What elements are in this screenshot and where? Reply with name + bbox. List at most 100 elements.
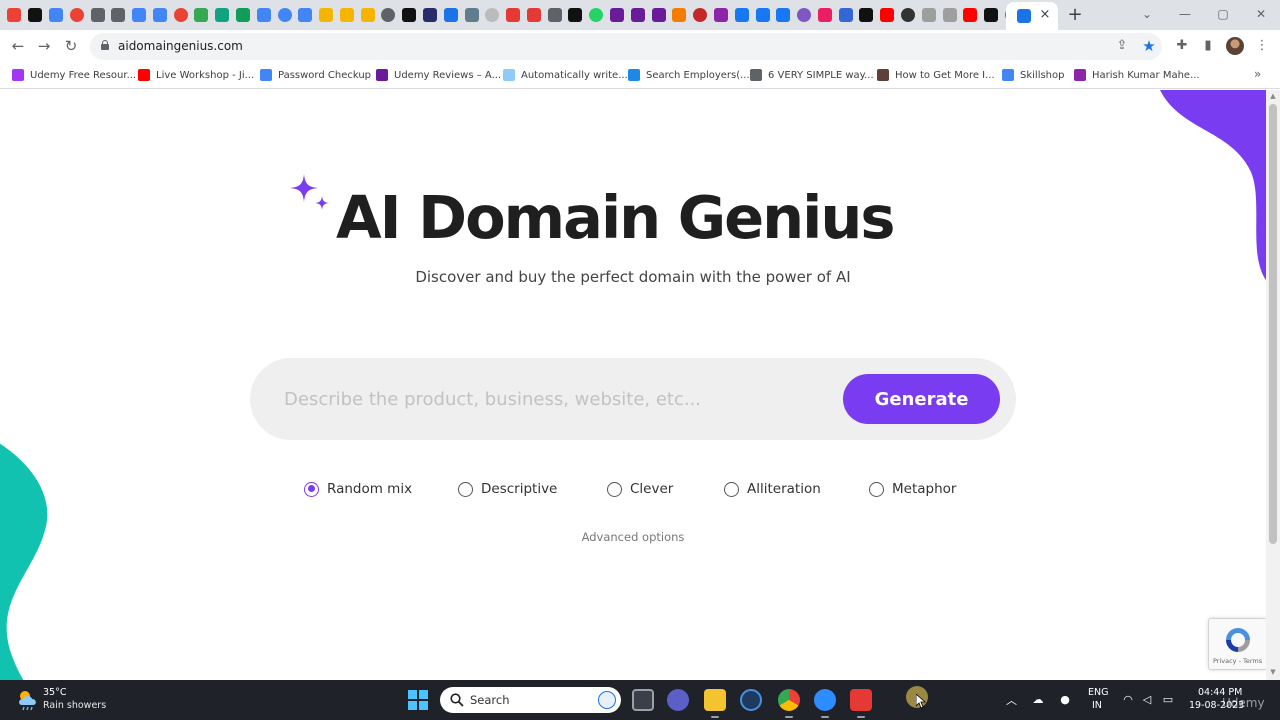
tab-favicon-icon[interactable] (797, 8, 812, 22)
tab-favicon-icon[interactable] (610, 8, 625, 22)
tab-favicon-icon[interactable] (132, 8, 147, 22)
tab-favicon-icon[interactable] (339, 8, 354, 22)
tab-favicon-icon[interactable] (90, 8, 105, 22)
tab-favicon-icon[interactable] (28, 8, 43, 22)
tab-favicon-icon[interactable] (880, 8, 895, 22)
tab-favicon-icon[interactable] (776, 8, 791, 22)
tab-favicon-icon[interactable] (381, 8, 396, 22)
minimize-icon[interactable]: — (1174, 4, 1196, 24)
tab-favicon-icon[interactable] (464, 8, 479, 22)
radio-unselected-icon[interactable] (607, 481, 622, 497)
tab-favicon-icon[interactable] (942, 8, 957, 22)
side-panel-icon[interactable]: ▮ (1198, 36, 1218, 56)
tab-favicon-icon[interactable] (838, 8, 853, 22)
zoom-icon[interactable] (814, 689, 836, 718)
active-tab[interactable]: × (1006, 2, 1058, 30)
share-icon[interactable]: ⇪ (1114, 38, 1130, 54)
battery-icon[interactable]: ▭ (1160, 692, 1176, 708)
language-indicator[interactable]: ENG (1088, 687, 1108, 698)
tab-favicon-icon[interactable] (69, 8, 84, 22)
address-bar[interactable]: aidomaingenius.com ⇪ ★ (90, 33, 1162, 60)
bookmark-item[interactable]: Harish Kumar Mahe... (1074, 67, 1200, 83)
tab-favicon-icon[interactable] (526, 8, 541, 22)
bookmark-item[interactable]: Search Employers(... (628, 67, 750, 83)
tab-favicon-icon[interactable] (215, 8, 230, 22)
tab-favicon-icon[interactable] (713, 8, 728, 22)
tab-favicon-icon[interactable] (235, 8, 250, 22)
scroll-down-icon[interactable]: ▼ (1269, 668, 1277, 676)
weather-description[interactable]: Rain showers (43, 700, 106, 711)
tab-favicon-icon[interactable] (7, 8, 22, 22)
radio-random-mix[interactable]: Random mix (304, 478, 412, 500)
bookmark-item[interactable]: Password Checkup (260, 67, 371, 83)
close-window-icon[interactable]: ✕ (1250, 4, 1272, 24)
close-tab-icon[interactable]: × (1036, 6, 1054, 24)
tab-favicon-icon[interactable] (173, 8, 188, 22)
tab-favicon-icon[interactable] (672, 8, 687, 22)
bookmark-item[interactable]: How to Get More I... (877, 67, 995, 83)
tab-favicon-icon[interactable] (547, 8, 562, 22)
file-explorer-icon[interactable] (704, 689, 726, 718)
taskbar-search-box[interactable]: Search (440, 687, 621, 713)
recaptcha-badge[interactable]: Privacy - Terms (1208, 618, 1266, 670)
maximize-icon[interactable]: ▢ (1212, 4, 1234, 24)
radio-unselected-icon[interactable] (869, 481, 884, 497)
tab-favicon-icon[interactable] (506, 8, 521, 22)
tab-favicon-icon[interactable] (319, 8, 334, 22)
radio-clever[interactable]: Clever (607, 478, 673, 500)
radio-unselected-icon[interactable] (458, 481, 473, 497)
tab-favicon-icon[interactable] (693, 8, 708, 22)
scroll-thumb[interactable] (1269, 104, 1277, 544)
bookmark-item[interactable]: Live Workshop - Ji... (138, 67, 254, 83)
url-text[interactable]: aidomaingenius.com (118, 33, 243, 60)
bookmark-item[interactable]: 6 VERY SIMPLE way... (750, 67, 874, 83)
bookmark-star-icon[interactable]: ★ (1140, 37, 1158, 55)
radio-metaphor[interactable]: Metaphor (869, 478, 956, 500)
bookmark-item[interactable]: Automatically write... (503, 67, 628, 83)
menu-kebab-icon[interactable]: ⋮ (1252, 36, 1272, 56)
more-bookmarks-icon[interactable]: » (1254, 67, 1261, 81)
tab-favicon-icon[interactable] (111, 8, 126, 22)
windows-start-icon[interactable] (408, 690, 428, 710)
tab-favicon-icon[interactable] (48, 8, 63, 22)
generate-button[interactable]: Generate (843, 374, 1000, 424)
tab-favicon-icon[interactable] (630, 8, 645, 22)
scroll-up-icon[interactable]: ▲ (1269, 92, 1277, 100)
tab-favicon-icon[interactable] (734, 8, 749, 22)
tab-favicon-icon[interactable] (152, 8, 167, 22)
radio-unselected-icon[interactable] (724, 481, 739, 497)
bookmark-item[interactable]: Udemy Free Resour... (12, 67, 136, 83)
recaptcha-links[interactable]: Privacy - Terms (1213, 657, 1262, 665)
tab-favicon-icon[interactable] (402, 8, 417, 22)
language-region[interactable]: IN (1092, 700, 1102, 711)
page-scrollbar[interactable]: ▲ ▼ (1266, 90, 1280, 680)
tab-favicon-icon[interactable] (589, 8, 604, 22)
task-view-icon[interactable] (632, 689, 654, 711)
tab-favicon-icon[interactable] (651, 8, 666, 22)
onedrive-icon[interactable]: ☁ (1030, 692, 1046, 708)
tab-favicon-icon[interactable] (277, 8, 292, 22)
tab-favicon-icon[interactable] (984, 8, 999, 22)
microphone-icon[interactable]: ● (1057, 692, 1073, 708)
new-tab-button[interactable]: + (1064, 4, 1086, 26)
bookmark-item[interactable]: Udemy Reviews – A... (376, 67, 501, 83)
tab-favicon-icon[interactable] (817, 8, 832, 22)
tab-favicon-icon[interactable] (194, 8, 209, 22)
tab-favicon-icon[interactable] (568, 8, 583, 22)
tab-favicon-icon[interactable] (755, 8, 770, 22)
bing-icon[interactable] (598, 691, 616, 709)
prompt-input[interactable] (284, 378, 824, 420)
tab-search-icon[interactable]: ⌄ (1136, 4, 1158, 24)
bookmark-item[interactable]: Skillshop (1002, 67, 1065, 83)
weather-temperature[interactable]: 35°C (43, 687, 66, 698)
reload-icon[interactable]: ↻ (60, 35, 82, 57)
volume-icon[interactable]: ◁ (1139, 692, 1155, 708)
tab-favicon-icon[interactable] (900, 8, 915, 22)
radio-descriptive[interactable]: Descriptive (458, 478, 557, 500)
tab-favicon-icon[interactable] (423, 8, 438, 22)
tab-favicon-icon[interactable] (485, 8, 500, 22)
teams-chat-icon[interactable] (667, 689, 689, 711)
tab-favicon-icon[interactable] (298, 8, 313, 22)
screen-recorder-icon[interactable] (850, 689, 872, 718)
advanced-options-link[interactable]: Advanced options (0, 530, 1266, 544)
